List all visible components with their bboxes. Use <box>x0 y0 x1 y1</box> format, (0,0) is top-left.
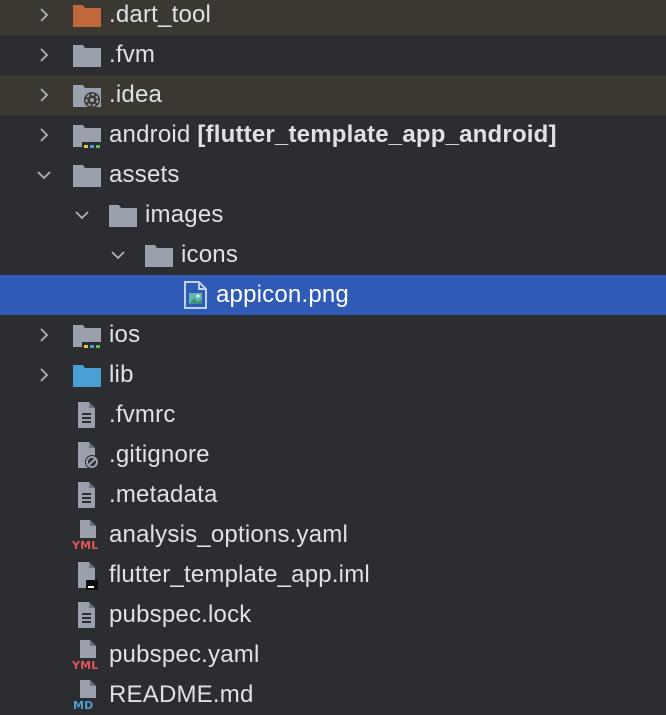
project-tree: .dart_tool .fvm .idea android [flutter_t… <box>0 0 666 714</box>
tree-item-ios[interactable]: ios <box>0 315 666 355</box>
tree-item-label: README.md <box>109 681 254 708</box>
chevron-down-icon[interactable] <box>32 163 56 187</box>
ignore-file-icon <box>72 440 102 470</box>
chevron-right-icon[interactable] <box>32 323 56 347</box>
module-folder-icon <box>72 320 102 350</box>
tree-item-fvmrc[interactable]: .fvmrc <box>0 395 666 435</box>
tree-item-pubspec-yaml[interactable]: YML pubspec.yaml <box>0 635 666 675</box>
chevron-right-icon[interactable] <box>32 123 56 147</box>
tree-item-label: ios <box>109 321 141 348</box>
folder-icon <box>72 160 102 190</box>
yaml-file-icon: YML <box>72 520 102 550</box>
tree-item-images[interactable]: images <box>0 195 666 235</box>
tree-item-label: analysis_options.yaml <box>109 521 348 548</box>
tree-item-label: android [flutter_template_app_android] <box>109 121 557 148</box>
module-folder-icon <box>72 120 102 150</box>
tree-item-assets[interactable]: assets <box>0 155 666 195</box>
tree-item-label: images <box>145 201 224 228</box>
folder-icon <box>72 40 102 70</box>
tree-item-pubspec-lock[interactable]: pubspec.lock <box>0 595 666 635</box>
tree-item-flutter-template-app-iml[interactable]: flutter_template_app.iml <box>0 555 666 595</box>
tree-item-android[interactable]: android [flutter_template_app_android] <box>0 115 666 155</box>
text-file-icon <box>72 400 102 430</box>
tree-item-appicon-png[interactable]: appicon.png <box>0 275 666 315</box>
chevron-right-icon[interactable] <box>32 43 56 67</box>
source-folder-icon <box>72 360 102 390</box>
tree-item-label: icons <box>181 241 239 268</box>
tree-item-label: .fvm <box>109 41 156 68</box>
module-name: [flutter_template_app_android] <box>197 121 557 148</box>
tree-item-label: .idea <box>109 81 163 108</box>
tree-item-lib[interactable]: lib <box>0 355 666 395</box>
tree-item-analysis-options-yaml[interactable]: YML analysis_options.yaml <box>0 515 666 555</box>
svg-text:YML: YML <box>72 659 99 670</box>
tree-item-label: .gitignore <box>109 441 210 468</box>
tree-item-label: flutter_template_app.iml <box>109 561 370 588</box>
tree-item-fvm[interactable]: .fvm <box>0 35 666 75</box>
chevron-down-icon[interactable] <box>106 243 130 267</box>
iml-file-icon <box>72 560 102 590</box>
tree-item-label: .fvmrc <box>109 401 176 428</box>
svg-text:MD: MD <box>73 699 93 710</box>
tree-item-label: pubspec.lock <box>109 601 252 628</box>
tree-item-gitignore[interactable]: .gitignore <box>0 435 666 475</box>
tree-item-dart-tool[interactable]: .dart_tool <box>0 0 666 35</box>
tree-item-label: .dart_tool <box>109 1 212 28</box>
tree-item-label: .metadata <box>109 481 218 508</box>
chevron-down-icon[interactable] <box>70 203 94 227</box>
tree-item-label: pubspec.yaml <box>109 641 260 668</box>
tree-item-icons[interactable]: icons <box>0 235 666 275</box>
tree-item-metadata[interactable]: .metadata <box>0 475 666 515</box>
chevron-right-icon[interactable] <box>32 363 56 387</box>
tree-item-readme-md[interactable]: MD README.md <box>0 675 666 715</box>
folder-icon <box>108 200 138 230</box>
image-file-icon <box>181 280 211 310</box>
text-file-icon <box>72 600 102 630</box>
folder-icon <box>144 240 174 270</box>
yaml-file-icon: YML <box>72 640 102 670</box>
tree-item-label: lib <box>109 361 134 388</box>
chevron-right-icon[interactable] <box>32 3 56 27</box>
tree-item-idea[interactable]: .idea <box>0 75 666 115</box>
tree-item-label: appicon.png <box>216 281 349 308</box>
excluded-folder-icon <box>72 0 102 30</box>
svg-text:YML: YML <box>72 539 99 550</box>
markdown-file-icon: MD <box>72 680 102 710</box>
text-file-icon <box>72 480 102 510</box>
settings-folder-icon <box>72 80 102 110</box>
chevron-right-icon[interactable] <box>32 83 56 107</box>
tree-item-label: assets <box>109 161 180 188</box>
